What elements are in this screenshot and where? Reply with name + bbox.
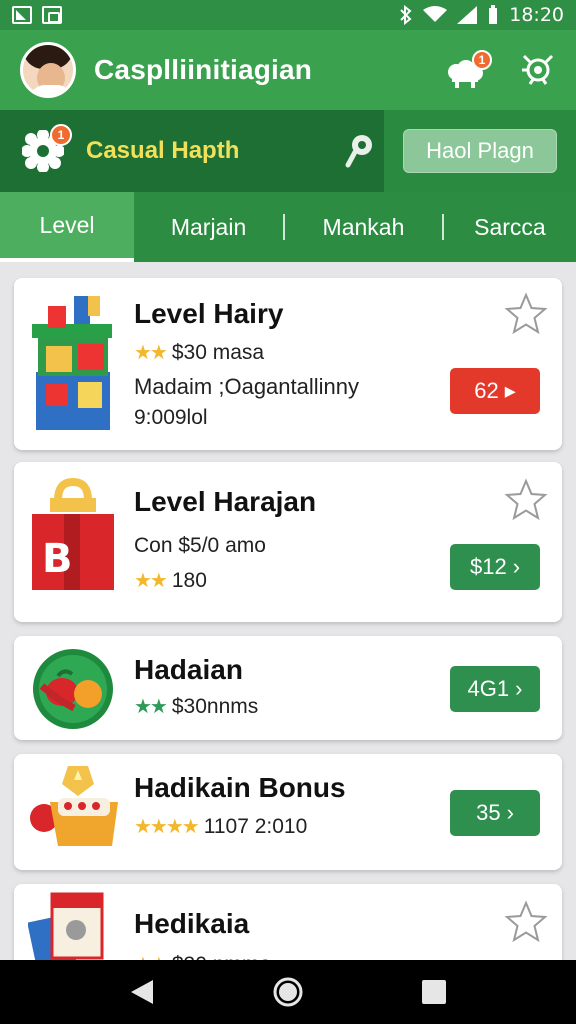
favorite-star-icon[interactable] xyxy=(504,292,548,334)
price-label: 4G1 xyxy=(467,676,510,701)
price-button[interactable]: 62 ▸ xyxy=(450,368,540,414)
list-item[interactable]: B Level Harajan Con $5/0 amo ★★ 180 $12 … xyxy=(14,462,562,622)
price-button[interactable]: 35 › xyxy=(450,790,540,836)
rating-stars: ★★ xyxy=(134,342,168,364)
avatar[interactable] xyxy=(20,42,76,98)
item-count: 180 xyxy=(171,568,207,592)
recents-icon[interactable] xyxy=(421,979,447,1005)
home-icon[interactable] xyxy=(272,976,304,1008)
app-bar: Casplliinitiagian 1 xyxy=(0,30,576,110)
item-price-text: $30 masa xyxy=(171,340,265,364)
arrow-icon: › xyxy=(512,554,521,579)
messages-button[interactable]: 1 xyxy=(446,50,492,88)
tab-mankah[interactable]: Mankah xyxy=(285,192,442,262)
action-button[interactable]: Haol Plagn xyxy=(403,129,557,173)
notification-badge: 1 xyxy=(472,50,492,70)
gift-stack-icon xyxy=(32,296,112,430)
battery-icon xyxy=(489,5,498,24)
system-nav-bar xyxy=(0,960,576,1024)
item-rating-line: ★★★★ 1107 2:010 xyxy=(134,814,307,839)
notification-icon xyxy=(12,6,32,24)
fruit-basket-icon xyxy=(30,766,118,846)
status-bar: 18:20 xyxy=(0,0,576,30)
tab-marjain[interactable]: Marjain xyxy=(134,192,283,262)
tab-level[interactable]: Level xyxy=(0,192,135,262)
list-item[interactable]: Hadaian ★★ $30nnms 4G1 › xyxy=(14,636,562,740)
signal-icon xyxy=(457,6,478,24)
item-title: Hadikain Bonus xyxy=(134,772,346,803)
item-time: 1107 2:010 xyxy=(203,814,308,838)
arrow-icon: › xyxy=(515,676,523,701)
item-title: Level Harajan xyxy=(134,486,317,517)
rating-stars: ★★★★ xyxy=(134,816,200,838)
favorite-star-icon[interactable] xyxy=(504,478,548,520)
list-item[interactable]: Hadikain Bonus ★★★★ 1107 2:010 35 › xyxy=(14,754,562,870)
item-rating-line: ★★ $30 masa xyxy=(134,340,264,365)
bag-icon xyxy=(42,6,62,24)
back-icon[interactable] xyxy=(129,978,155,1006)
card-pack-icon xyxy=(28,892,104,968)
price-button[interactable]: $12 › xyxy=(450,544,540,590)
price-label: 62 xyxy=(474,378,499,403)
item-rating-line: ★★ 180 xyxy=(134,568,207,593)
arrow-icon: ▸ xyxy=(504,378,516,403)
bluetooth-icon xyxy=(400,5,412,25)
favorite-star-icon[interactable] xyxy=(504,900,548,942)
price-button[interactable]: 4G1 › xyxy=(450,666,540,712)
rating-stars: ★★ xyxy=(134,696,168,718)
section-title: Casual Hapth xyxy=(86,137,240,164)
pin-icon[interactable] xyxy=(344,133,374,169)
price-label: $12 xyxy=(469,554,507,579)
wifi-icon xyxy=(423,6,448,22)
clock: 18:20 xyxy=(509,4,564,26)
price-label: 35 xyxy=(476,800,501,825)
item-subtitle: Madaim ;Oagantallinny xyxy=(134,374,360,399)
red-gift-box-icon: B xyxy=(32,477,114,590)
gear-badge: 1 xyxy=(50,124,72,146)
settings-button[interactable]: 1 xyxy=(21,124,72,173)
item-title: Level Hairy xyxy=(134,298,284,329)
item-time: 9:009lol xyxy=(134,406,208,429)
bug-icon[interactable] xyxy=(520,52,556,88)
item-title: Hadaian xyxy=(134,654,243,685)
app-title: Casplliinitiagian xyxy=(94,54,313,85)
rating-stars: ★★ xyxy=(134,570,168,592)
list-item[interactable]: Level Hairy ★★ $30 masa Madaim ;Oagantal… xyxy=(14,278,562,450)
svg-text:B: B xyxy=(42,536,73,582)
item-subtitle: Con $5/0 amo xyxy=(134,534,266,557)
tab-bar: Level Marjain Mankah Sarcca xyxy=(0,192,576,262)
item-rating-line: ★★ $30nnms xyxy=(134,694,258,719)
item-title: Hedikaia xyxy=(134,908,250,939)
vegetables-icon xyxy=(33,649,113,729)
arrow-icon: › xyxy=(506,800,514,825)
sub-bar: 1 Casual Hapth Haol Plagn xyxy=(0,110,576,192)
item-price-text: $30nnms xyxy=(171,694,259,718)
tab-sarcca[interactable]: Sarcca xyxy=(444,192,576,262)
